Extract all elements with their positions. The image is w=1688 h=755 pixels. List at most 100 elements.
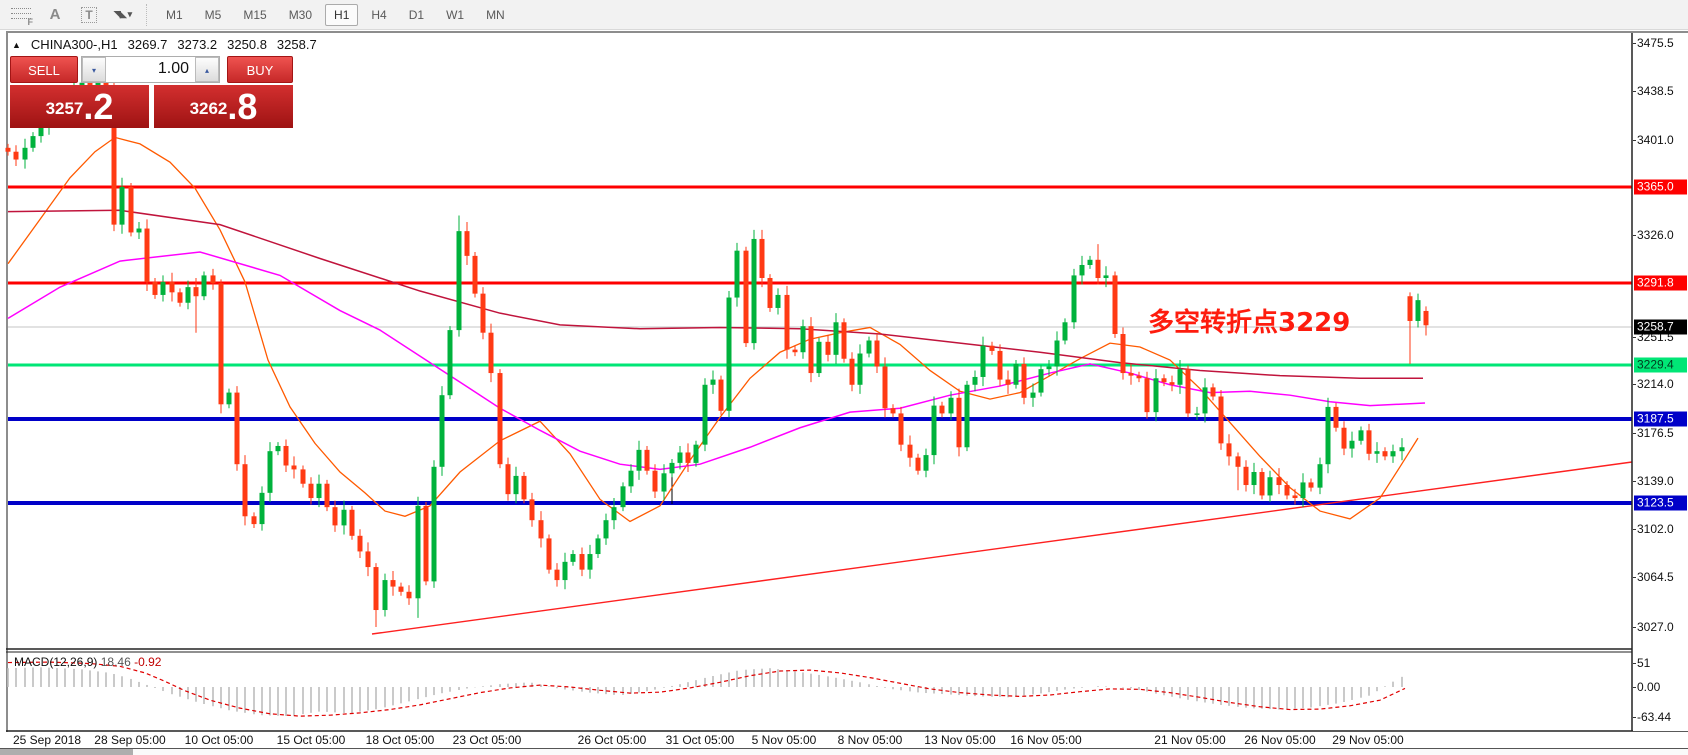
candle	[1219, 396, 1224, 443]
candle	[416, 506, 421, 598]
time-tick: 25 Sep 2018	[13, 733, 81, 747]
candle	[366, 551, 371, 567]
price-line-label: 3365.0	[1634, 180, 1687, 195]
candle	[178, 292, 183, 302]
candle	[908, 445, 913, 458]
candle	[333, 507, 338, 525]
candle	[1236, 456, 1241, 466]
candle	[760, 239, 765, 278]
candle	[981, 346, 986, 377]
candle	[342, 510, 347, 526]
candle	[744, 251, 749, 343]
time-tick: 23 Oct 05:00	[453, 733, 522, 747]
macd-name: MACD(12,26,9)	[14, 655, 97, 669]
candle	[1088, 260, 1093, 265]
candle	[596, 538, 601, 554]
sell-price-button[interactable]: 3257 .2	[10, 85, 149, 128]
candle	[957, 398, 962, 447]
candle	[481, 294, 486, 333]
time-tick: 10 Oct 05:00	[185, 733, 254, 747]
candle	[1129, 373, 1134, 376]
candle	[539, 520, 544, 538]
candle	[374, 567, 379, 610]
candle	[120, 187, 125, 225]
candle	[990, 346, 995, 351]
price-tick: 3326.0	[1637, 228, 1674, 242]
candle	[489, 333, 494, 373]
candle	[1383, 451, 1388, 456]
candle	[752, 239, 757, 343]
candle	[949, 398, 954, 414]
candle	[842, 322, 847, 358]
candle	[457, 231, 462, 330]
candle	[1342, 428, 1347, 449]
candle	[817, 342, 822, 373]
buy-price-decimal: .8	[227, 90, 257, 124]
candle	[1047, 367, 1052, 370]
candle	[194, 287, 199, 296]
candle	[391, 580, 396, 587]
buy-button[interactable]: BUY	[227, 56, 293, 83]
price-tick: 3027.0	[1637, 620, 1674, 634]
price-tick: 3475.5	[1637, 36, 1674, 50]
price-tick: 3064.5	[1637, 570, 1674, 584]
collapse-icon[interactable]: ▲	[12, 40, 21, 50]
time-tick: 26 Oct 05:00	[578, 733, 647, 747]
candle	[1104, 275, 1109, 278]
candle	[1301, 482, 1306, 498]
buy-price-main: 3262	[190, 94, 228, 124]
candle	[768, 278, 773, 308]
buy-price-button[interactable]: 3262 .8	[154, 85, 293, 128]
volume-increase-button[interactable]: ▴	[195, 57, 219, 82]
candle	[129, 187, 134, 233]
candle	[678, 452, 683, 462]
time-tick: 26 Nov 05:00	[1244, 733, 1315, 747]
candle	[1227, 443, 1232, 456]
sell-button[interactable]: SELL	[10, 56, 78, 83]
volume-decrease-button[interactable]: ▾	[82, 57, 106, 82]
price-tick: 3176.5	[1637, 426, 1674, 440]
candle	[399, 587, 404, 592]
candle	[998, 351, 1003, 380]
candle	[1014, 364, 1019, 385]
candle	[645, 450, 650, 471]
macd-plot-bg	[8, 652, 1632, 731]
candle	[629, 471, 634, 487]
candle	[522, 476, 527, 499]
candle	[916, 458, 921, 471]
candle	[1285, 485, 1290, 495]
candle	[637, 450, 642, 471]
time-tick: 31 Oct 05:00	[666, 733, 735, 747]
volume-input[interactable]: 1.00	[106, 57, 195, 82]
candle	[1293, 495, 1298, 498]
price-axis[interactable]: 3475.53438.53401.03326.03251.53214.03176…	[1633, 33, 1688, 731]
candle	[186, 287, 191, 303]
time-tick: 21 Nov 05:00	[1154, 733, 1225, 747]
candle	[801, 326, 806, 352]
scroll-grip[interactable]	[0, 749, 133, 755]
candle	[1268, 477, 1273, 495]
candle	[1178, 369, 1183, 385]
candle	[153, 282, 158, 295]
candle	[6, 148, 11, 152]
time-tick: 18 Oct 05:00	[366, 733, 435, 747]
candle	[383, 580, 388, 610]
candle	[1031, 393, 1036, 398]
macd-value-main: 18.46	[101, 655, 131, 669]
candle	[211, 275, 216, 283]
candle	[227, 393, 232, 405]
candle	[1244, 467, 1249, 485]
candle	[809, 326, 814, 373]
price-line-label: 3258.7	[1634, 320, 1687, 335]
candle	[243, 464, 248, 516]
candle	[268, 451, 273, 493]
candle	[1309, 482, 1314, 487]
candle	[711, 380, 716, 385]
candle	[252, 516, 257, 524]
time-axis[interactable]: 25 Sep 201828 Sep 05:0010 Oct 05:0015 Oc…	[6, 732, 1688, 748]
price-tick: 3214.0	[1637, 377, 1674, 391]
candle	[727, 298, 732, 411]
bottom-scroll-strip[interactable]	[0, 748, 1688, 755]
candle	[1080, 265, 1085, 275]
candle	[555, 570, 560, 580]
